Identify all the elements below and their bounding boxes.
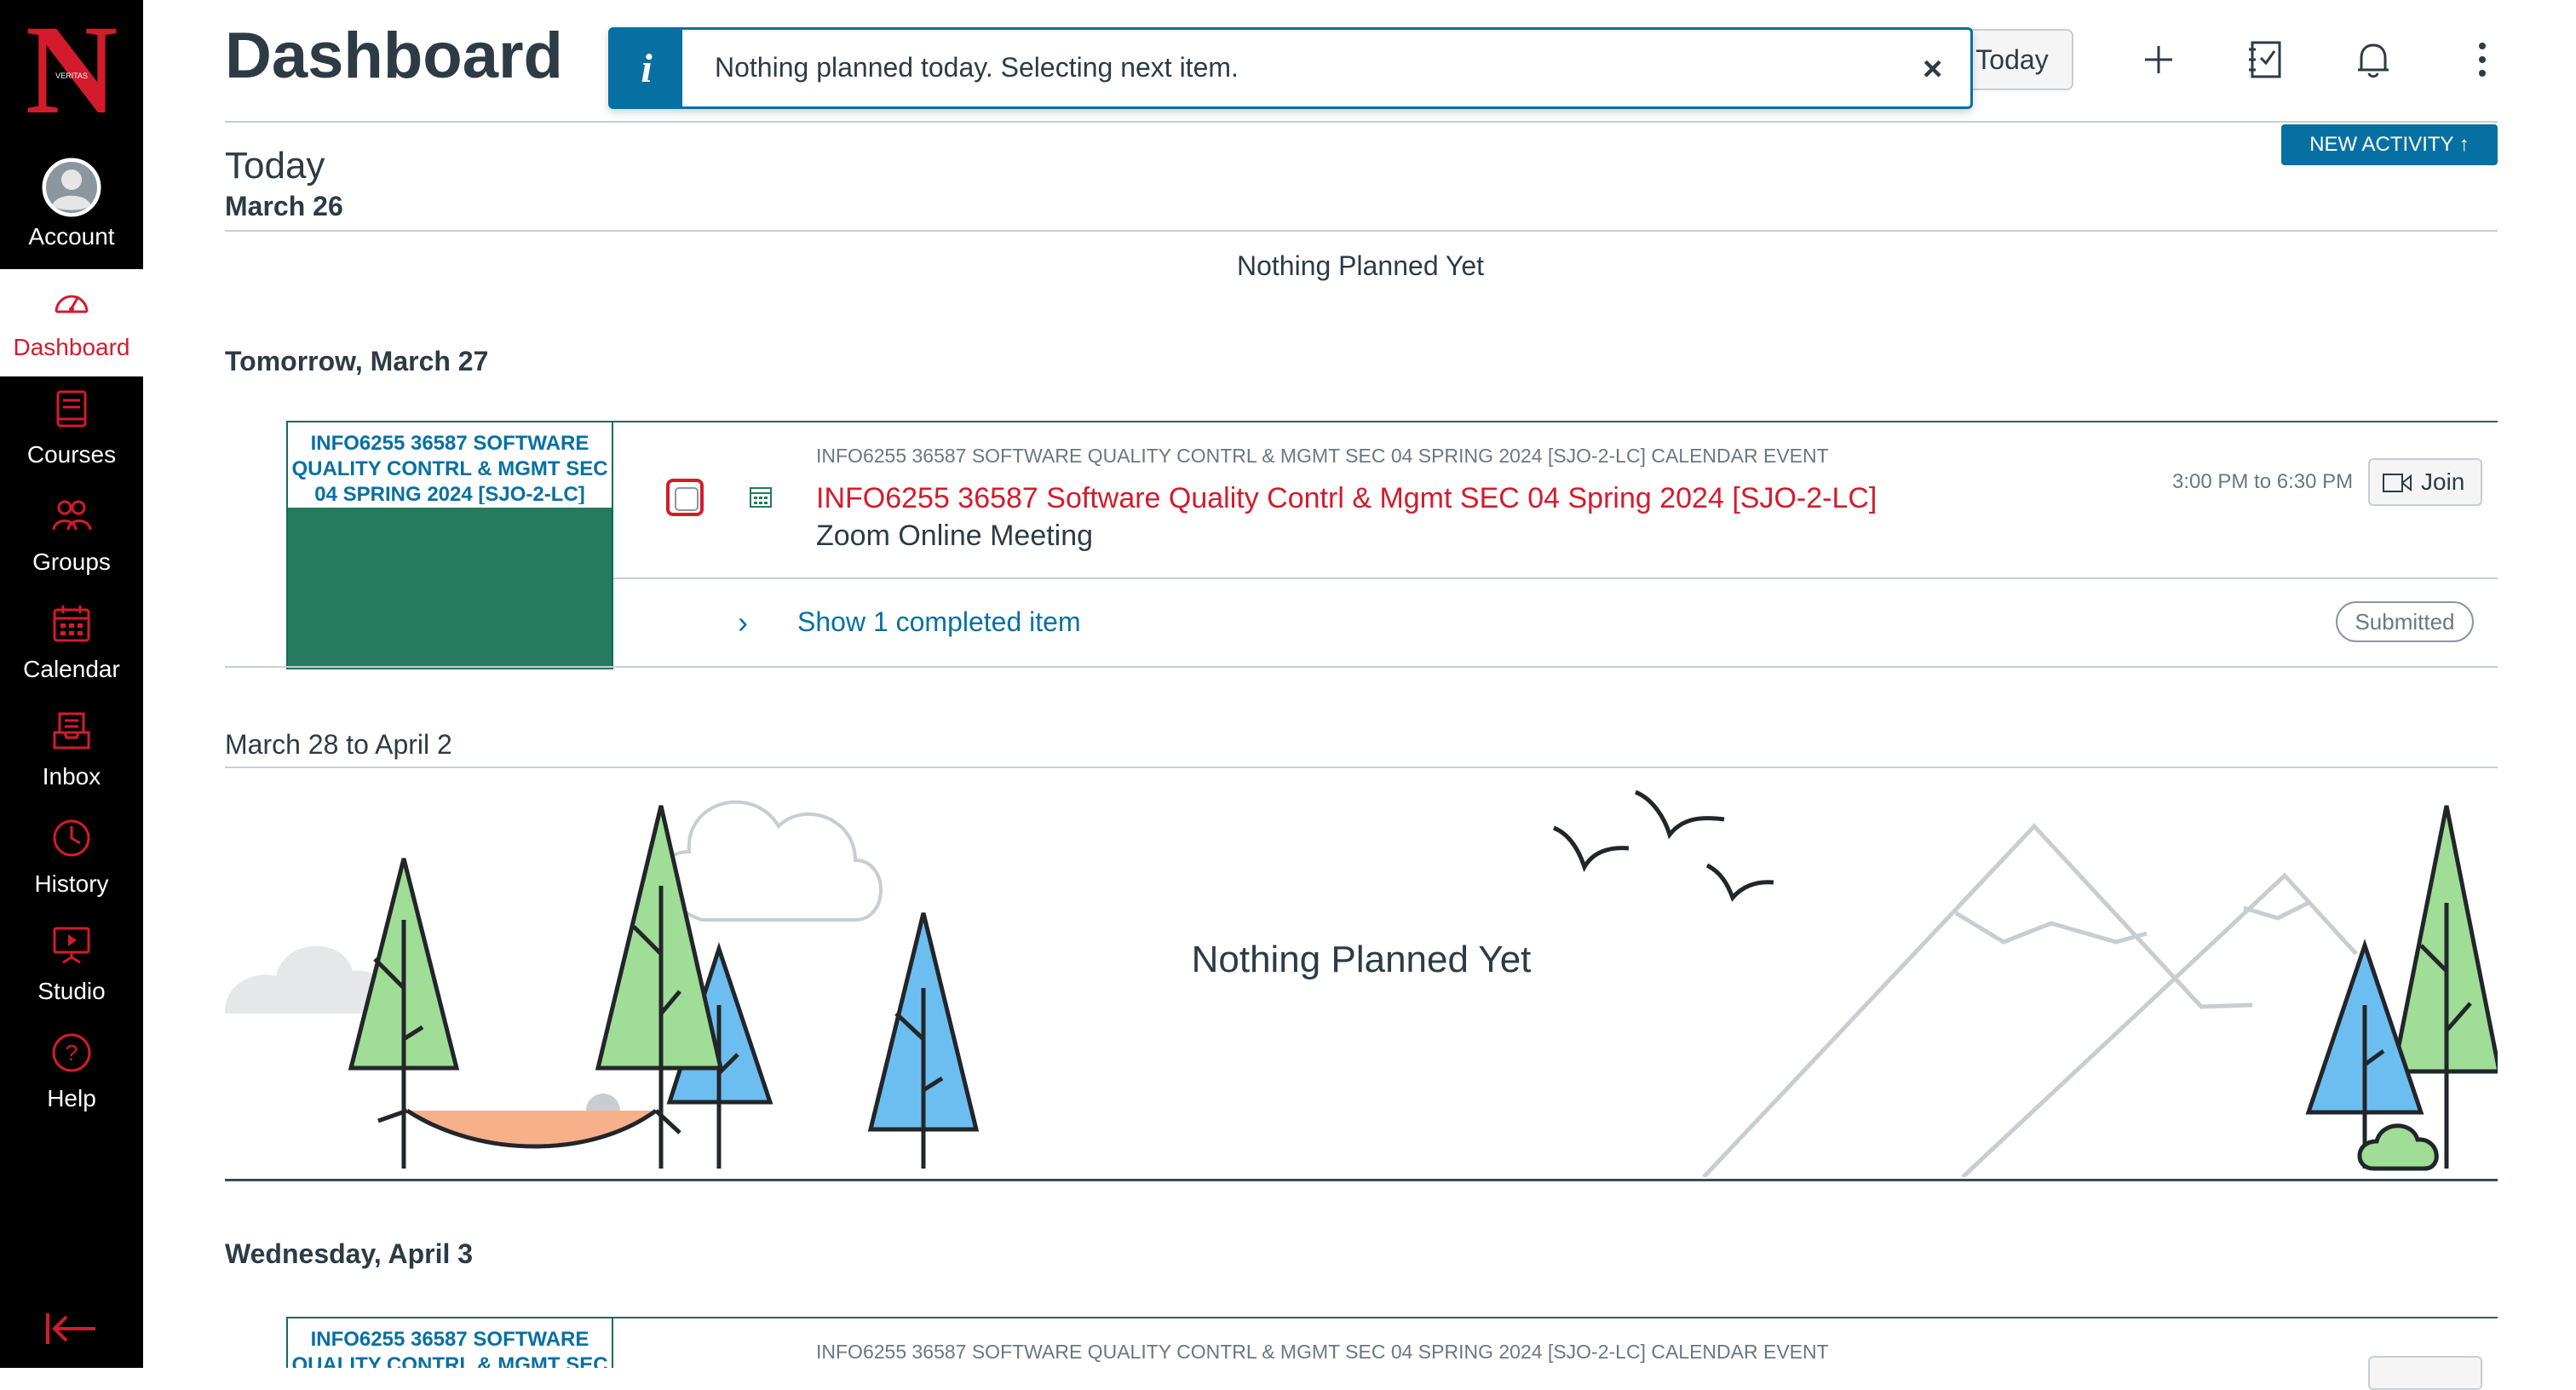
card-top-border: [286, 421, 2498, 422]
nav-dashboard[interactable]: Dashboard: [0, 269, 143, 376]
svg-text:?: ?: [66, 1040, 78, 1065]
course-card-2[interactable]: INFO6255 36587 SOFTWARE QUALITY CONTRL &…: [286, 1318, 613, 1368]
item-title-link[interactable]: INFO6255 36587 Software Quality Contrl &…: [816, 482, 1877, 515]
todo-icon[interactable]: [2244, 37, 2288, 82]
flash-alert: i Nothing planned today. Selecting next …: [608, 27, 1973, 109]
nav-inbox-label: Inbox: [42, 763, 101, 790]
nav-groups[interactable]: Groups: [0, 484, 143, 591]
header-divider: [225, 121, 2498, 123]
divider: [613, 577, 2498, 579]
item-time: 3:00 PM to 6:30 PM: [2172, 470, 2354, 493]
avatar-icon: [42, 158, 101, 217]
nav-calendar[interactable]: Calendar: [0, 591, 143, 698]
divider: [225, 666, 2498, 668]
divider: [225, 1179, 2498, 1181]
bell-icon[interactable]: [2351, 37, 2395, 82]
close-icon[interactable]: ×: [1923, 50, 1942, 89]
empty-state-today: Nothing Planned Yet: [1236, 250, 1485, 281]
alert-message: Nothing planned today. Selecting next it…: [715, 52, 1239, 83]
item-location: Zoom Online Meeting: [816, 520, 1094, 552]
inbox-icon: [53, 712, 90, 750]
help-icon: ?: [52, 1033, 91, 1072]
groups-icon: [52, 500, 92, 531]
join-label: Join: [2421, 468, 2465, 495]
video-camera-icon: [2383, 474, 2412, 492]
day-title-tomorrow: Tomorrow, March 27: [225, 346, 489, 376]
clock-icon: [53, 819, 90, 857]
nav-inbox[interactable]: Inbox: [0, 698, 143, 806]
new-activity-button[interactable]: NEW ACTIVITY ↑: [2281, 124, 2498, 165]
svg-text:N: N: [26, 0, 118, 136]
nav-help-label: Help: [47, 1085, 96, 1111]
info-icon: i: [641, 46, 653, 91]
item-type-label: INFO6255 36587 SOFTWARE QUALITY CONTRL &…: [816, 445, 1829, 467]
nav-help[interactable]: ? Help: [0, 1020, 143, 1128]
course-name-link[interactable]: INFO6255 36587 SOFTWARE QUALITY CONTRL &…: [288, 1327, 612, 1368]
item-type-label: INFO6255 36587 SOFTWARE QUALITY CONTRL &…: [816, 1341, 1829, 1363]
university-logo[interactable]: N VERITAS: [0, 0, 143, 141]
empty-state-range: Nothing Planned Yet: [1191, 939, 1532, 980]
chevron-right-icon[interactable]: ›: [738, 605, 748, 640]
page-title: Dashboard: [225, 20, 563, 92]
calendar-icon: [53, 606, 90, 642]
nav-history[interactable]: History: [0, 806, 143, 913]
nav-courses[interactable]: Courses: [0, 376, 143, 484]
day-title-range: March 28 to April 2: [225, 729, 452, 760]
day-date-today: March 26: [225, 191, 343, 221]
global-navigation: N VERITAS Account Dashboard Courses Grou…: [0, 0, 143, 1368]
day-title-today: Today: [225, 145, 325, 187]
plus-icon[interactable]: [2136, 37, 2181, 82]
course-name-link[interactable]: INFO6255 36587 SOFTWARE QUALITY CONTRL &…: [288, 431, 612, 504]
nav-courses-label: Courses: [26, 441, 117, 468]
course-card-1[interactable]: INFO6255 36587 SOFTWARE QUALITY CONTRL &…: [286, 422, 613, 669]
join-button[interactable]: Join: [2368, 458, 2482, 506]
nav-account[interactable]: Account: [0, 153, 143, 261]
collapse-nav-icon[interactable]: [44, 1312, 99, 1346]
show-completed-link[interactable]: Show 1 completed item: [797, 606, 1081, 638]
divider: [225, 230, 2498, 232]
status-badge: Submitted: [2336, 601, 2474, 642]
svg-text:VERITAS: VERITAS: [55, 72, 88, 80]
divider: [225, 767, 2498, 768]
course-color-block: [288, 508, 612, 669]
dashboard-icon: [55, 295, 89, 313]
nav-history-label: History: [34, 870, 109, 897]
nav-calendar-label: Calendar: [23, 656, 120, 682]
day-title-wednesday: Wednesday, April 3: [225, 1238, 474, 1269]
complete-checkbox[interactable]: [666, 479, 704, 516]
kebab-menu-icon[interactable]: [2460, 37, 2504, 82]
alert-info-badge: i: [611, 30, 682, 106]
book-icon: [56, 390, 87, 428]
card-top-border: [286, 1317, 2498, 1318]
join-button[interactable]: [2368, 1356, 2482, 1390]
nav-account-label: Account: [28, 223, 115, 250]
nav-groups-label: Groups: [32, 549, 111, 575]
nav-studio-label: Studio: [37, 978, 106, 1004]
nav-dashboard-label: Dashboard: [13, 334, 130, 360]
calendar-event-icon: [750, 487, 772, 508]
